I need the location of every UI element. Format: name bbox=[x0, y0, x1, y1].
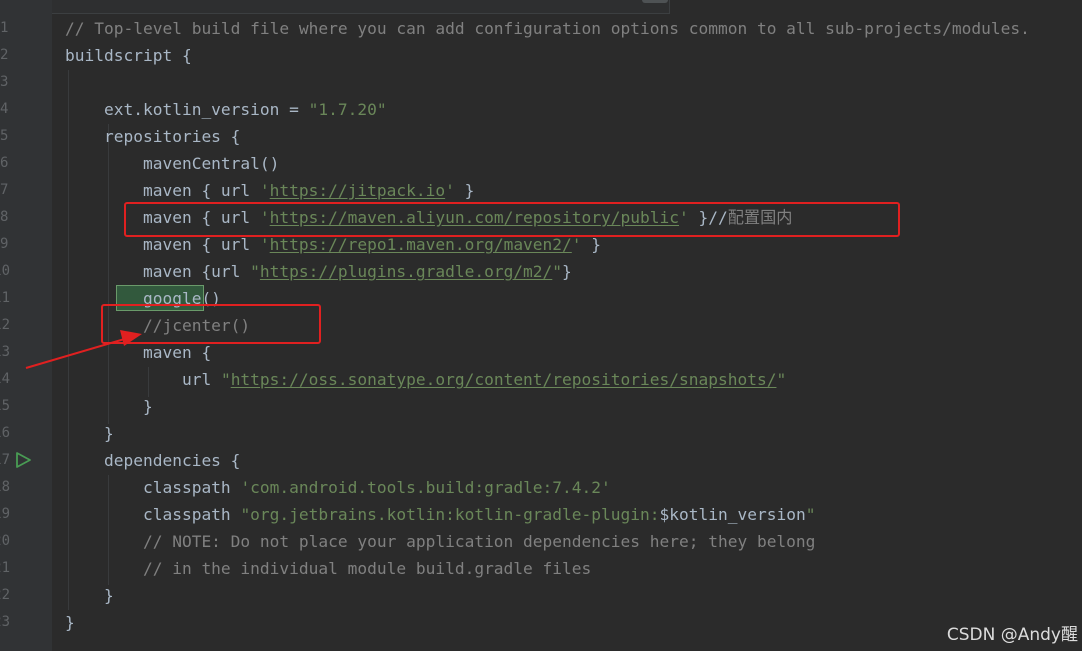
watermark: CSDN @Andy醒 bbox=[946, 625, 1078, 645]
code-token: buildscript { bbox=[65, 46, 192, 65]
code-line[interactable]: // in the individual module build.gradle… bbox=[65, 555, 591, 582]
line-number: 22 bbox=[0, 587, 10, 603]
code-token: ' bbox=[445, 181, 455, 200]
code-token: maven { bbox=[65, 343, 212, 362]
annotation-box-jcenter bbox=[101, 304, 321, 344]
code-line[interactable]: url "https://oss.sonatype.org/content/re… bbox=[65, 366, 786, 393]
code-token: url bbox=[65, 370, 221, 389]
code-line[interactable]: dependencies { bbox=[65, 447, 240, 474]
code-token: dependencies { bbox=[65, 451, 241, 470]
code-token: } bbox=[65, 397, 153, 416]
line-number: 18 bbox=[0, 479, 10, 495]
code-token: ext.kotlin_version = bbox=[65, 100, 309, 119]
code-token: "org.jetbrains.kotlin:kotlin-gradle-plug… bbox=[240, 505, 660, 524]
code-token: " bbox=[552, 262, 563, 281]
code-line[interactable]: // NOTE: Do not place your application d… bbox=[65, 528, 815, 555]
code-token: "1.7.20" bbox=[308, 100, 387, 119]
code-token: // Top-level build file where you can ad… bbox=[65, 19, 1030, 38]
line-number: 16 bbox=[0, 425, 10, 441]
code-token: classpath bbox=[65, 505, 241, 524]
line-number: 23 bbox=[0, 614, 10, 630]
code-token: repositories { bbox=[65, 127, 241, 146]
code-line[interactable]: classpath 'com.android.tools.build:gradl… bbox=[65, 474, 611, 501]
code-line[interactable]: repositories { bbox=[65, 123, 240, 150]
line-number: 20 bbox=[0, 533, 10, 549]
code-line[interactable]: } bbox=[65, 582, 114, 609]
code-line[interactable]: mavenCentral() bbox=[65, 150, 279, 177]
code-line[interactable]: } bbox=[65, 420, 114, 447]
code-token: " bbox=[776, 370, 787, 389]
code-token: } bbox=[581, 235, 602, 254]
code-url-link[interactable]: https://repo1.maven.org/maven2/ bbox=[270, 235, 572, 254]
editor-tab-edge[interactable] bbox=[16, 0, 670, 14]
line-number: 6 bbox=[0, 155, 9, 171]
code-token: } bbox=[65, 613, 75, 632]
line-number: 4 bbox=[0, 101, 9, 117]
code-token: ' bbox=[259, 181, 270, 200]
code-line[interactable]: maven {url "https://plugins.gradle.org/m… bbox=[65, 258, 572, 285]
line-number: 12 bbox=[0, 317, 10, 333]
tab-close-button[interactable] bbox=[642, 0, 668, 3]
code-line[interactable]: buildscript { bbox=[65, 42, 192, 69]
code-token: } bbox=[454, 181, 475, 200]
line-number: 17 bbox=[0, 452, 10, 468]
code-token: mavenCentral() bbox=[65, 154, 280, 173]
code-line[interactable]: } bbox=[65, 393, 153, 420]
code-line[interactable]: maven { url 'https://jitpack.io' } bbox=[65, 177, 474, 204]
code-token: 'com.android.tools.build:gradle:7.4.2' bbox=[240, 478, 611, 497]
line-number: 11 bbox=[0, 290, 10, 306]
code-url-link[interactable]: https://jitpack.io bbox=[270, 181, 445, 200]
line-number: 2 bbox=[0, 47, 9, 63]
code-url-link[interactable]: https://plugins.gradle.org/m2/ bbox=[260, 262, 552, 281]
code-line[interactable]: classpath "org.jetbrains.kotlin:kotlin-g… bbox=[65, 501, 816, 528]
code-token: maven { url bbox=[65, 235, 260, 254]
code-token: } bbox=[562, 262, 572, 281]
code-token: " bbox=[805, 505, 816, 524]
code-line[interactable]: ext.kotlin_version = "1.7.20" bbox=[65, 96, 387, 123]
line-number: 21 bbox=[0, 560, 10, 576]
editor-top-strip bbox=[0, 0, 1082, 14]
code-token: } bbox=[65, 586, 114, 605]
line-number: 9 bbox=[0, 236, 9, 252]
code-token: ' bbox=[571, 235, 582, 254]
annotation-box-aliyun bbox=[124, 202, 900, 237]
line-number: 19 bbox=[0, 506, 10, 522]
line-number: 10 bbox=[0, 263, 10, 279]
line-number: 5 bbox=[0, 128, 9, 144]
line-number-gutter: 1234567891011121314151617181920212223 bbox=[0, 0, 52, 651]
code-token: maven { url bbox=[65, 181, 260, 200]
code-token: // in the individual module build.gradle… bbox=[65, 559, 592, 578]
code-token: classpath bbox=[65, 478, 241, 497]
line-number: 13 bbox=[0, 344, 10, 360]
code-token: // NOTE: Do not place your application d… bbox=[65, 532, 816, 551]
code-token: " bbox=[220, 370, 231, 389]
code-line[interactable]: // Top-level build file where you can ad… bbox=[65, 15, 1030, 42]
code-url-link[interactable]: https://oss.sonatype.org/content/reposit… bbox=[231, 370, 777, 389]
line-number: 7 bbox=[0, 182, 9, 198]
line-number: 1 bbox=[0, 20, 9, 36]
code-token: $kotlin_version bbox=[659, 505, 806, 524]
line-number: 8 bbox=[0, 209, 9, 225]
code-token: " bbox=[250, 262, 260, 281]
line-number: 3 bbox=[0, 74, 9, 90]
code-token: maven {url bbox=[65, 262, 251, 281]
code-token: } bbox=[65, 424, 114, 443]
line-number: 14 bbox=[0, 371, 10, 387]
code-token: ' bbox=[259, 235, 270, 254]
run-triangle-icon[interactable] bbox=[14, 451, 32, 469]
line-number: 15 bbox=[0, 398, 10, 414]
code-line[interactable]: } bbox=[65, 609, 75, 636]
